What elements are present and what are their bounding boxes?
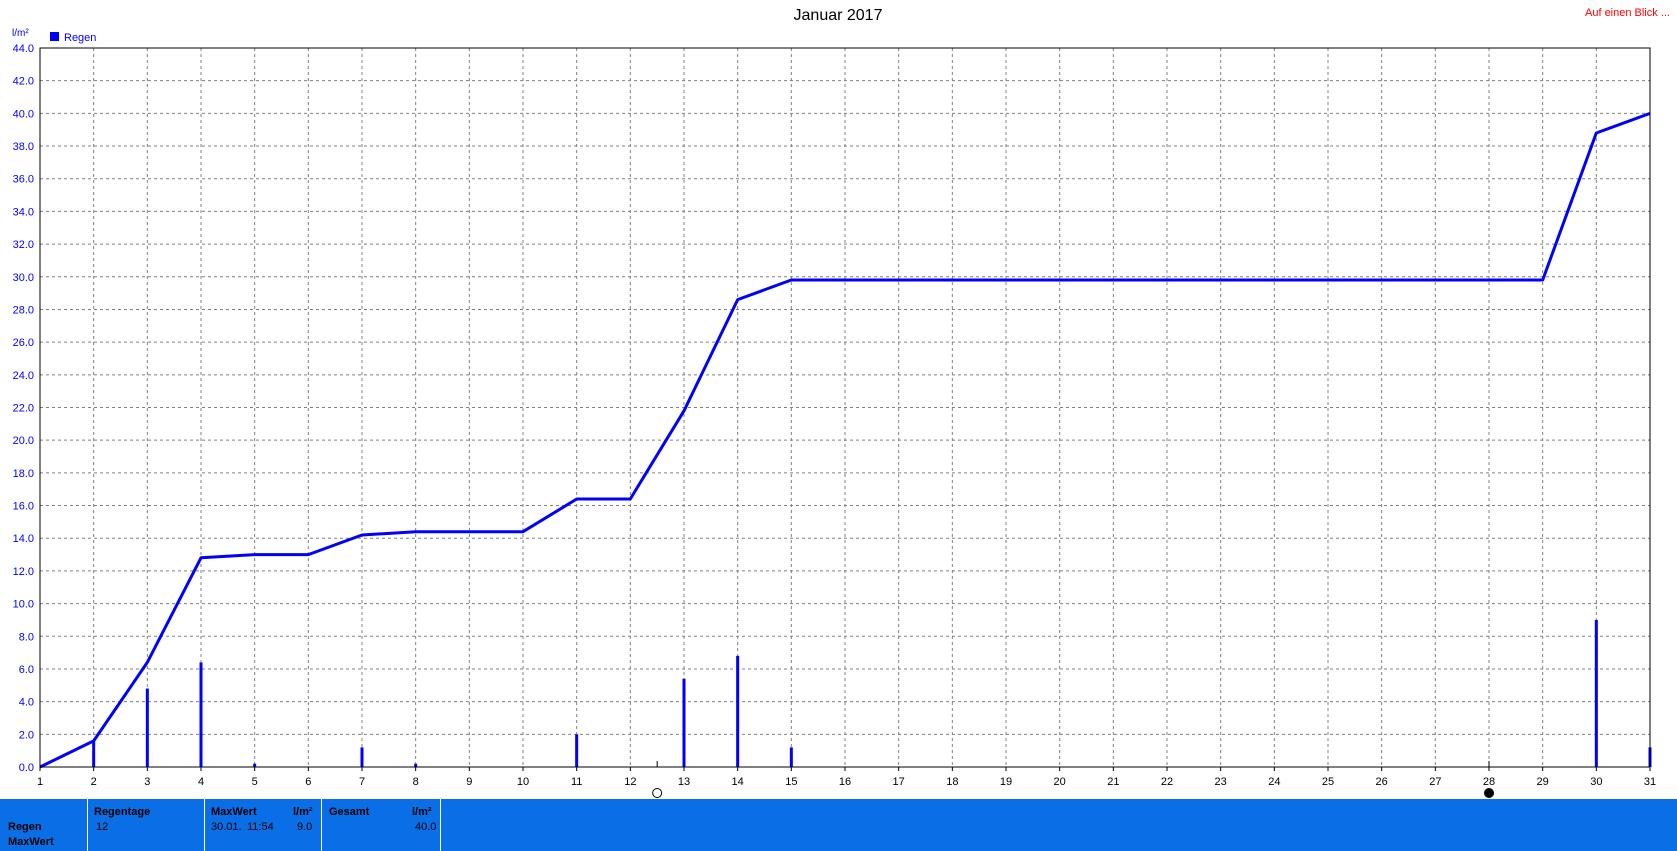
x-tick-label: 5 — [252, 776, 258, 788]
maxwert-unit: l/m² — [293, 806, 313, 818]
x-tick-label: 7 — [359, 776, 365, 788]
gesamt-value: 40.0 — [415, 821, 437, 833]
maxwert-label: MaxWert — [211, 806, 257, 818]
x-tick-label: 6 — [305, 776, 311, 788]
x-tick-label: 20 — [1054, 776, 1066, 788]
overview-link[interactable]: Auf einen Blick ... — [1585, 7, 1670, 19]
x-tick-label: 2 — [91, 776, 97, 788]
x-tick-label: 12 — [624, 776, 636, 788]
y-tick-label: 12.0 — [13, 566, 34, 578]
y-tick-label: 34.0 — [13, 206, 34, 218]
rain-bar — [682, 678, 686, 767]
y-axis-unit: l/m² — [12, 28, 29, 39]
x-tick-label: 25 — [1322, 776, 1334, 788]
footer-regentage: Regentage 12 — [88, 799, 205, 851]
footer-maxwert: MaxWert l/m² 30.01. 11:54 9.0 — [205, 799, 322, 851]
x-tick-label: 23 — [1215, 776, 1227, 788]
rain-bar — [1594, 619, 1598, 767]
x-tick-label: 27 — [1429, 776, 1441, 788]
maxwert-date: 30.01. — [211, 821, 242, 833]
row-label-regen: Regen — [8, 821, 42, 833]
x-tick-label: 10 — [517, 776, 529, 788]
x-tick-label: 29 — [1537, 776, 1549, 788]
y-tick-label: 16.0 — [13, 501, 34, 513]
rain-bar — [789, 747, 793, 767]
y-tick-label: 8.0 — [19, 631, 34, 643]
y-tick-label: 38.0 — [13, 141, 34, 153]
summary-footer: Regen MaxWert Regentage 12 MaxWert l/m² … — [0, 799, 1677, 851]
y-tick-label: 20.0 — [13, 435, 34, 447]
y-tick-label: 44.0 — [13, 43, 34, 55]
x-tick-label: 24 — [1268, 776, 1280, 788]
grid-lines — [39, 47, 1651, 771]
x-tick-label: 31 — [1644, 776, 1656, 788]
y-tick-label: 32.0 — [13, 239, 34, 251]
maxwert-value: 9.0 — [297, 821, 313, 833]
x-tick-label: 28 — [1483, 776, 1495, 788]
y-tick-label: 6.0 — [19, 664, 34, 676]
y-tick-label: 2.0 — [19, 729, 34, 741]
y-tick-label: 40.0 — [13, 108, 34, 120]
y-tick-label: 4.0 — [19, 697, 34, 709]
x-tick-label: 15 — [785, 776, 797, 788]
chart-title: Januar 2017 — [794, 7, 883, 24]
rain-bar — [145, 688, 149, 767]
x-tick-labels: 1 2 3 4 5 6 7 8 9 10 11 12 13 14 15 16 17 18 19 20 21 22 23 24 2… — [37, 776, 1656, 788]
regentage-label: Regentage — [94, 806, 151, 818]
y-tick-label: 26.0 — [13, 337, 34, 349]
rain-bar — [736, 655, 740, 767]
full-moon-icon — [652, 788, 663, 798]
x-tick-label: 19 — [1000, 776, 1012, 788]
x-tick-label: 11 — [571, 776, 582, 788]
x-tick-label: 18 — [946, 776, 958, 788]
x-tick-label: 13 — [678, 776, 690, 788]
y-tick-label: 28.0 — [13, 304, 34, 316]
gesamt-unit: l/m² — [412, 806, 432, 818]
gesamt-label: Gesamt — [329, 806, 370, 818]
y-tick-label: 10.0 — [13, 599, 34, 611]
legend-swatch — [50, 32, 59, 41]
regentage-value: 12 — [96, 821, 109, 833]
rain-bar — [92, 740, 96, 767]
y-tick-label: 18.0 — [13, 468, 34, 480]
maxwert-time: 11:54 — [247, 821, 274, 833]
rain-bar — [360, 747, 364, 767]
y-tick-label: 24.0 — [13, 370, 34, 382]
x-tick-label: 22 — [1161, 776, 1173, 788]
footer-row-labels: Regen MaxWert — [0, 799, 88, 851]
y-tick-label: 42.0 — [13, 76, 34, 88]
x-tick-label: 21 — [1107, 776, 1119, 788]
x-tick-label: 30 — [1590, 776, 1602, 788]
x-tick-label: 9 — [466, 776, 472, 788]
y-tick-label: 14.0 — [13, 533, 34, 545]
footer-gesamt: Gesamt l/m² 40.0 — [322, 799, 441, 851]
y-tick-label: 0.0 — [19, 762, 34, 774]
x-tick-label: 3 — [144, 776, 150, 788]
new-moon-icon — [1484, 788, 1494, 798]
x-tick-label: 1 — [37, 776, 43, 788]
legend-label[interactable]: Regen — [64, 32, 96, 44]
x-tick-label: 17 — [893, 776, 905, 788]
y-tick-label: 36.0 — [13, 174, 34, 186]
x-tick-label: 16 — [839, 776, 851, 788]
x-tick-label: 26 — [1376, 776, 1388, 788]
rain-bars — [92, 619, 1652, 767]
y-tick-label: 22.0 — [13, 403, 34, 415]
rain-chart: Januar 2017 l/m² Regen Auf einen Blick .… — [12, 7, 1670, 798]
y-tick-label: 30.0 — [13, 272, 34, 284]
x-tick-label: 8 — [413, 776, 419, 788]
moon-markers — [652, 761, 1494, 798]
x-tick-label: 4 — [198, 776, 204, 788]
rain-bar — [575, 734, 579, 767]
row-label-maxwert: MaxWert — [8, 836, 54, 848]
rain-bar — [199, 662, 203, 767]
y-tick-labels: 0.0 2.0 4.0 6.0 8.0 10.0 12.0 14.0 16.0 18.0 20.0 2… — [13, 43, 34, 774]
x-tick-label: 14 — [732, 776, 744, 788]
